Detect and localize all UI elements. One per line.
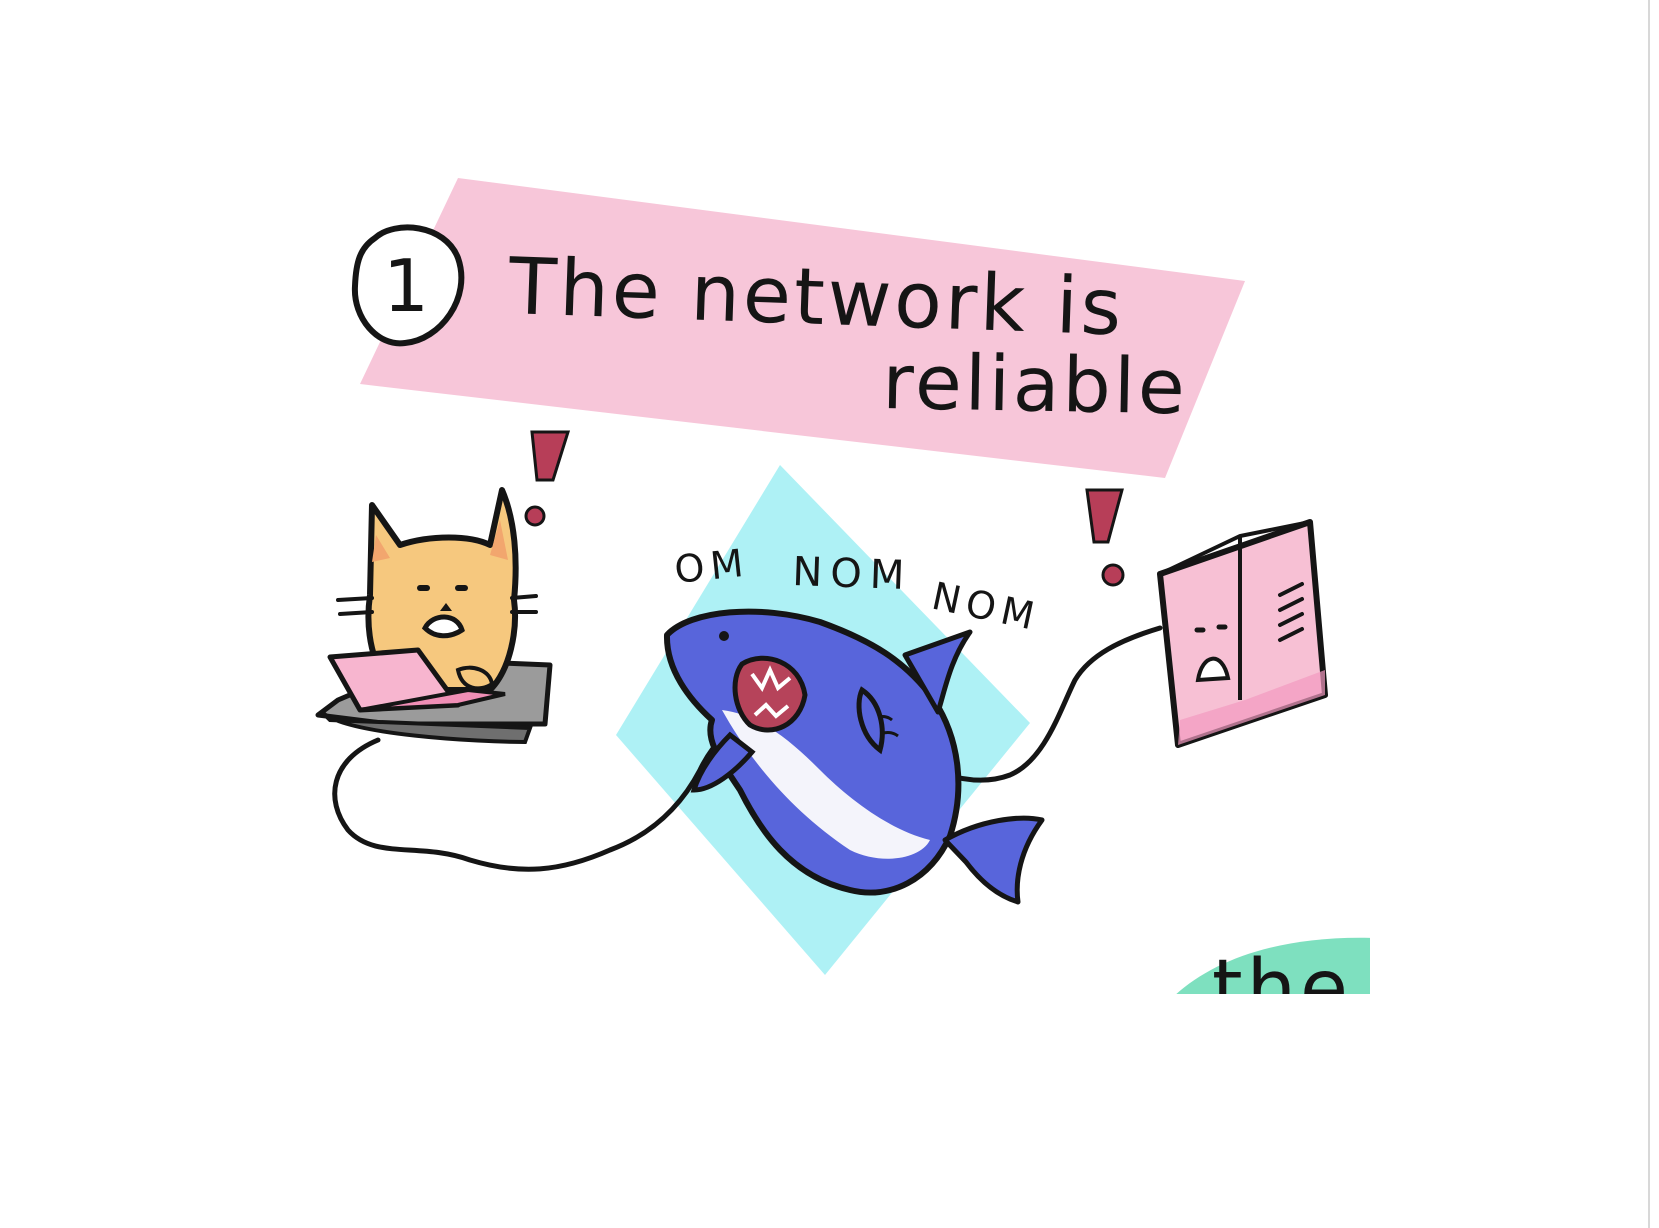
exclamation-icon bbox=[524, 430, 571, 527]
server-icon bbox=[1157, 519, 1328, 748]
comic-illustration: 1 The network is reliable OM NOM NOM the bbox=[315, 178, 1370, 1228]
comic-panel: 1 The network is reliable OM NOM NOM the bbox=[0, 0, 1659, 1228]
sound-effect-word-1: OM bbox=[672, 540, 751, 592]
cat-typing-icon bbox=[315, 487, 553, 745]
panel-number: 1 bbox=[383, 244, 429, 328]
panel-title-line2: reliable bbox=[882, 337, 1189, 431]
sound-effect-word-3: NOM bbox=[928, 574, 1044, 640]
sound-effect-word-2: NOM bbox=[792, 549, 913, 599]
page-edge-divider bbox=[1648, 0, 1650, 1228]
exclamation-icon bbox=[1085, 488, 1125, 587]
